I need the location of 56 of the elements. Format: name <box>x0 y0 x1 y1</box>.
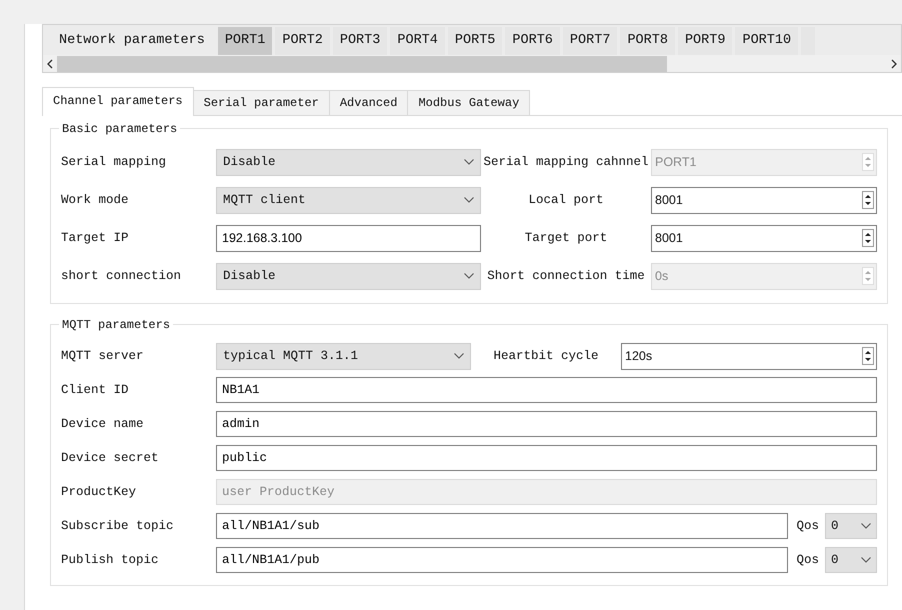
field-label: Work mode <box>61 192 130 209</box>
dropdown-value: 0 <box>831 518 839 535</box>
text-field[interactable]: all/NB1A1/sub <box>216 513 788 540</box>
tab[interactable]: Network parameters <box>43 27 215 56</box>
text-field[interactable]: public <box>216 445 877 472</box>
tab[interactable]: PORT10 <box>735 27 798 56</box>
field-label: Local port <box>527 192 604 209</box>
field-label: Target IP <box>61 230 130 247</box>
field-label: Publish topic <box>61 552 160 569</box>
field-label: Serial mapping <box>61 154 168 171</box>
tab[interactable]: Modbus Gateway <box>407 90 530 116</box>
qos-dropdown[interactable]: 0 <box>825 513 877 540</box>
text-field[interactable]: NB1A1 <box>216 377 877 404</box>
spin-box[interactable]: 120s <box>621 342 877 370</box>
qos-label: Qos <box>796 552 819 569</box>
dropdown-value: Disable <box>223 154 276 171</box>
tab[interactable]: PORT7 <box>562 27 618 56</box>
text-field[interactable]: 192.168.3.100 <box>216 224 481 252</box>
spin-box[interactable]: 8001 <box>651 186 877 214</box>
dropdown[interactable]: MQTT client <box>216 186 481 214</box>
dropdown-value: Disable <box>223 268 276 285</box>
field-label: MQTT server <box>61 348 145 365</box>
field-label: Client ID <box>61 382 130 399</box>
dropdown-value: MQTT client <box>223 192 306 209</box>
field-label: short connection <box>61 268 182 285</box>
dropdown[interactable]: typical MQTT 3.1.1 <box>216 342 471 370</box>
field-label: Heartbit cycle <box>492 348 600 365</box>
tab[interactable]: PORT4 <box>390 27 445 56</box>
qos-label: Qos <box>796 518 819 535</box>
field-label: ProductKey <box>61 484 138 501</box>
tab[interactable]: PORT2 <box>275 27 330 56</box>
field-label: Device secret <box>61 450 160 467</box>
dropdown-value: 0 <box>831 552 839 569</box>
tab[interactable]: PORT1 <box>218 27 272 56</box>
tab[interactable]: PORT9 <box>678 27 732 56</box>
tab[interactable]: PORT3 <box>332 27 388 56</box>
tab[interactable]: Channel parameters <box>42 87 194 116</box>
tab[interactable]: PORT5 <box>448 27 502 56</box>
qos-dropdown[interactable]: 0 <box>825 547 877 574</box>
text-field[interactable]: admin <box>216 411 877 438</box>
spin-box[interactable]: 8001 <box>651 224 877 252</box>
spin-box: 0s <box>651 262 877 290</box>
field-label: Target port <box>524 230 608 247</box>
field-label: Short connection time <box>486 268 646 285</box>
tab[interactable]: PORT8 <box>620 27 675 56</box>
tab[interactable]: Serial parameter <box>192 90 330 116</box>
dropdown[interactable]: Disable <box>216 148 481 176</box>
dropdown-value: typical MQTT 3.1.1 <box>223 348 358 365</box>
spin-box: PORT1 <box>651 148 877 176</box>
field-label: Device name <box>61 416 145 433</box>
dropdown[interactable]: Disable <box>216 262 481 290</box>
tab[interactable]: PORT6 <box>505 27 560 56</box>
field-label: Subscribe topic <box>61 518 175 535</box>
tab[interactable]: Advanced <box>328 90 408 116</box>
text-field[interactable]: all/NB1A1/pub <box>216 547 788 574</box>
field-label: Serial mapping cahnnel <box>482 154 650 171</box>
